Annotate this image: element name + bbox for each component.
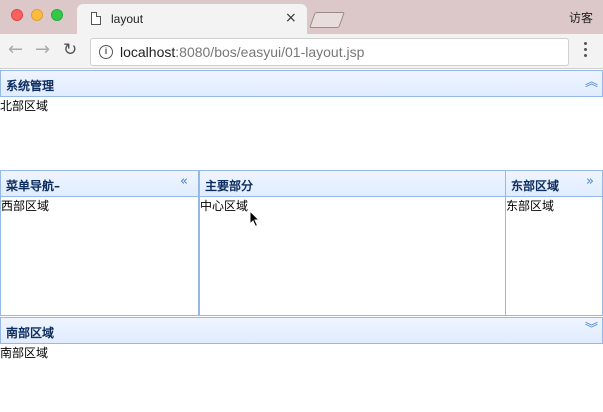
close-window-button[interactable] — [11, 9, 23, 21]
page-content: 系统管理 ︽ 北部区域 菜单导航– « 西部区域 主要部分 中心区域 东部区域 … — [0, 70, 603, 412]
reload-icon[interactable]: ↻ — [63, 40, 77, 60]
page-icon — [91, 12, 101, 25]
info-icon[interactable]: i — [99, 45, 113, 59]
browser-toolbar: ← → ↻ i localhost:8080/bos/easyui/01-lay… — [0, 34, 603, 69]
mouse-cursor-icon — [249, 210, 261, 228]
center-panel-header: 主要部分 — [199, 170, 506, 197]
east-region-text: 东部区域 — [506, 199, 555, 213]
address-bar[interactable]: i localhost:8080/bos/easyui/01-layout.js… — [90, 38, 569, 66]
new-tab-button[interactable] — [309, 12, 345, 28]
south-panel-body: 南部区域 — [0, 344, 603, 412]
url-path: :8080/bos/easyui/01-layout.jsp — [175, 44, 365, 60]
tab-title: layout — [111, 12, 144, 26]
collapse-left-icon[interactable]: « — [180, 174, 188, 190]
browser-tabbar: layout × 访客 — [0, 0, 603, 34]
center-panel-title: 主要部分 — [205, 179, 254, 193]
collapse-down-icon[interactable]: ︾ — [585, 322, 598, 338]
east-panel-header: 东部区域 » — [505, 170, 603, 197]
back-arrow-icon[interactable]: ← — [8, 40, 23, 60]
south-region-text: 南部区域 — [0, 346, 49, 360]
north-panel-header: 系统管理 ︽ — [0, 70, 603, 97]
east-panel-title: 东部区域 — [511, 179, 560, 193]
minimize-window-button[interactable] — [31, 9, 43, 21]
north-region-text: 北部区域 — [0, 99, 49, 113]
center-region-text: 中心区域 — [200, 199, 249, 213]
south-panel-title: 南部区域 — [6, 326, 55, 340]
collapse-up-icon[interactable]: ︽ — [585, 75, 598, 91]
west-region-text: 西部区域 — [1, 199, 50, 213]
forward-arrow-icon[interactable]: → — [35, 40, 50, 60]
north-panel-body: 北部区域 — [0, 97, 603, 169]
maximize-window-button[interactable] — [51, 9, 63, 21]
url-host: localhost — [120, 44, 176, 60]
west-panel-header: 菜单导航– « — [0, 170, 199, 197]
browser-tab[interactable]: layout × — [77, 4, 307, 34]
collapse-right-icon[interactable]: » — [586, 174, 594, 190]
browser-menu-icon[interactable] — [584, 42, 588, 60]
url-text[interactable]: localhost:8080/bos/easyui/01-layout.jsp — [120, 44, 364, 60]
south-panel-header: 南部区域 ︾ — [0, 317, 603, 344]
north-panel-title: 系统管理 — [6, 79, 55, 93]
guest-profile-label[interactable]: 访客 — [569, 9, 593, 26]
west-panel-title: 菜单导航– — [6, 179, 61, 193]
center-panel-body: 中心区域 — [199, 197, 506, 316]
west-panel-body: 西部区域 — [0, 197, 199, 316]
tab-close-icon[interactable]: × — [285, 10, 297, 26]
east-panel-body: 东部区域 — [505, 197, 603, 316]
